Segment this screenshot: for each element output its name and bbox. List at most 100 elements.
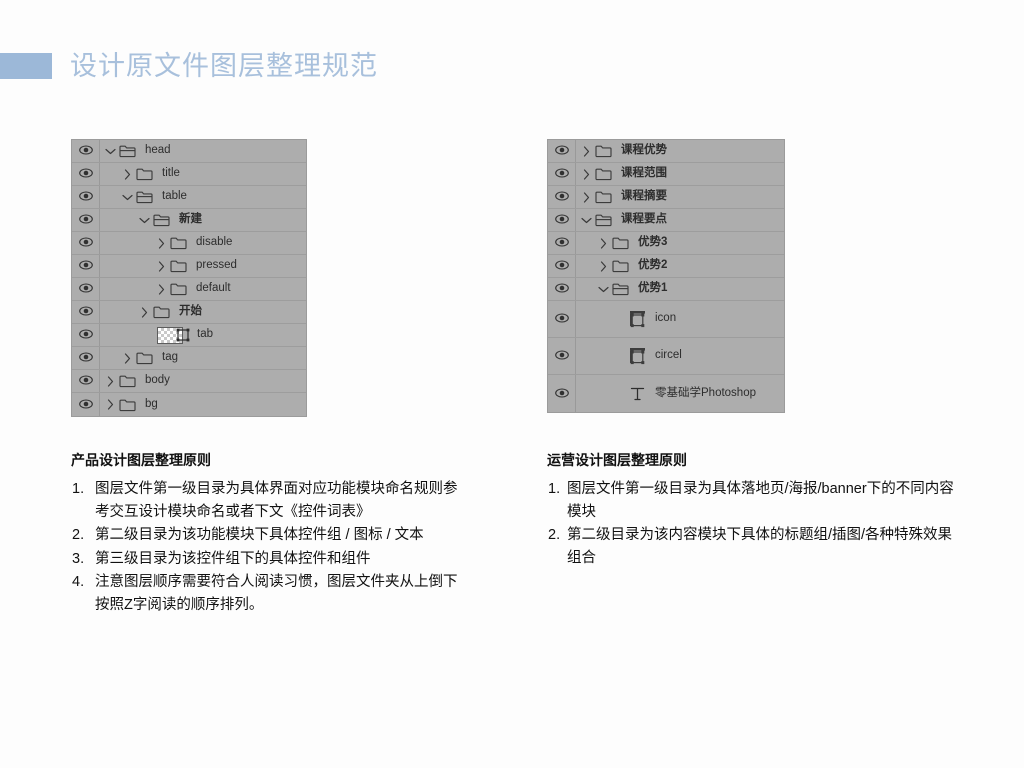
layer-name: 课程摘要 bbox=[621, 190, 667, 203]
layer-visibility-toggle[interactable] bbox=[72, 140, 100, 162]
folder-closed-icon bbox=[594, 167, 613, 181]
layer-visibility-toggle[interactable] bbox=[72, 255, 100, 277]
layer-row-body: bg bbox=[100, 393, 306, 416]
layer-name: tab bbox=[197, 328, 213, 341]
chevron-right-icon[interactable] bbox=[597, 260, 610, 272]
chevron-right-icon[interactable] bbox=[104, 375, 117, 387]
layer-row[interactable]: head bbox=[72, 140, 306, 163]
layer-row[interactable]: 课程优势 bbox=[548, 140, 784, 163]
layer-row[interactable]: 课程摘要 bbox=[548, 186, 784, 209]
layer-visibility-toggle[interactable] bbox=[72, 324, 100, 346]
layer-row[interactable]: circel bbox=[548, 338, 784, 375]
eye-icon bbox=[78, 372, 93, 390]
folder-closed-icon bbox=[169, 282, 188, 296]
layer-row[interactable]: 优势1 bbox=[548, 278, 784, 301]
layer-visibility-toggle[interactable] bbox=[548, 209, 576, 231]
layer-visibility-toggle[interactable] bbox=[72, 186, 100, 208]
folder-closed-icon bbox=[118, 398, 137, 412]
layer-row[interactable]: 课程范围 bbox=[548, 163, 784, 186]
layer-row[interactable]: 开始 bbox=[72, 301, 306, 324]
folder-open-icon bbox=[152, 213, 171, 227]
layer-row-body: 优势2 bbox=[576, 255, 784, 277]
layer-visibility-toggle[interactable] bbox=[548, 163, 576, 185]
layer-row[interactable]: tag bbox=[72, 347, 306, 370]
chevron-right-icon[interactable] bbox=[104, 399, 117, 410]
folder-closed-icon bbox=[611, 259, 630, 273]
chevron-down-icon[interactable] bbox=[597, 286, 610, 293]
layer-visibility-toggle[interactable] bbox=[72, 209, 100, 231]
layer-row-body: 零基础学Photoshop bbox=[576, 375, 784, 412]
chevron-right-icon[interactable] bbox=[580, 191, 593, 203]
layer-name: 优势3 bbox=[638, 236, 668, 249]
principle-item: 第二级目录为该功能模块下具体控件组 / 图标 / 文本 bbox=[72, 524, 424, 547]
layer-row-body: tab bbox=[100, 324, 306, 346]
marketing-principles-column: 运营设计图层整理原则 图层文件第一级目录为具体落地页/海报/banner下的不同… bbox=[547, 451, 957, 570]
chevron-right-icon[interactable] bbox=[155, 237, 168, 249]
eye-icon bbox=[554, 165, 569, 183]
folder-open-icon bbox=[594, 213, 613, 227]
layer-row-body: pressed bbox=[100, 255, 306, 277]
layer-row[interactable]: default bbox=[72, 278, 306, 301]
layer-name: default bbox=[196, 282, 231, 295]
chevron-down-icon[interactable] bbox=[138, 217, 151, 224]
chevron-right-icon[interactable] bbox=[121, 168, 134, 180]
layer-visibility-toggle[interactable] bbox=[548, 232, 576, 254]
eye-icon bbox=[78, 303, 93, 321]
layer-visibility-toggle[interactable] bbox=[72, 163, 100, 185]
layer-row[interactable]: 优势2 bbox=[548, 255, 784, 278]
layer-visibility-toggle[interactable] bbox=[548, 186, 576, 208]
layer-visibility-toggle[interactable] bbox=[548, 375, 576, 412]
layer-name: 零基础学Photoshop bbox=[655, 386, 756, 399]
layer-visibility-toggle[interactable] bbox=[72, 301, 100, 323]
eye-icon bbox=[78, 349, 93, 367]
layer-visibility-toggle[interactable] bbox=[548, 338, 576, 374]
eye-icon bbox=[78, 211, 93, 229]
smart-object-icon bbox=[627, 347, 647, 365]
layer-visibility-toggle[interactable] bbox=[548, 140, 576, 162]
layer-row[interactable]: disable bbox=[72, 232, 306, 255]
layer-visibility-toggle[interactable] bbox=[72, 232, 100, 254]
chevron-down-icon[interactable] bbox=[121, 194, 134, 201]
layer-row[interactable]: tab bbox=[72, 324, 306, 347]
folder-open-icon bbox=[611, 282, 630, 296]
layer-row[interactable]: body bbox=[72, 370, 306, 393]
layer-row-body: 优势1 bbox=[576, 278, 784, 300]
layer-visibility-toggle[interactable] bbox=[72, 278, 100, 300]
layer-name: icon bbox=[655, 312, 677, 325]
layer-row[interactable]: 课程要点 bbox=[548, 209, 784, 232]
folder-closed-icon bbox=[594, 190, 613, 204]
layer-row[interactable]: title bbox=[72, 163, 306, 186]
chevron-down-icon[interactable] bbox=[580, 217, 593, 224]
chevron-right-icon[interactable] bbox=[138, 306, 151, 318]
layer-row[interactable]: table bbox=[72, 186, 306, 209]
chevron-right-icon[interactable] bbox=[155, 283, 168, 295]
chevron-right-icon[interactable] bbox=[121, 352, 134, 364]
layer-name: body bbox=[145, 374, 170, 387]
layer-name: tag bbox=[162, 351, 178, 364]
layer-row-body: circel bbox=[576, 338, 784, 374]
eye-icon bbox=[78, 234, 93, 252]
layer-row[interactable]: 零基础学Photoshop bbox=[548, 375, 784, 412]
folder-open-icon bbox=[135, 190, 154, 204]
layer-visibility-toggle[interactable] bbox=[548, 255, 576, 277]
layer-row[interactable]: 优势3 bbox=[548, 232, 784, 255]
accent-swatch bbox=[0, 53, 52, 79]
layer-row[interactable]: pressed bbox=[72, 255, 306, 278]
layer-row[interactable]: 新建 bbox=[72, 209, 306, 232]
eye-icon bbox=[78, 326, 93, 344]
chevron-right-icon[interactable] bbox=[580, 168, 593, 180]
chevron-down-icon[interactable] bbox=[104, 148, 117, 155]
layer-row[interactable]: icon bbox=[548, 301, 784, 338]
eye-icon bbox=[554, 142, 569, 160]
layer-thumbnail bbox=[151, 326, 190, 344]
chevron-right-icon[interactable] bbox=[580, 145, 593, 157]
layer-visibility-toggle[interactable] bbox=[72, 347, 100, 369]
layer-row[interactable]: bg bbox=[72, 393, 306, 416]
chevron-right-icon[interactable] bbox=[155, 260, 168, 272]
layer-visibility-toggle[interactable] bbox=[548, 278, 576, 300]
layer-visibility-toggle[interactable] bbox=[72, 393, 100, 416]
folder-closed-icon bbox=[169, 259, 188, 273]
layer-visibility-toggle[interactable] bbox=[548, 301, 576, 337]
chevron-right-icon[interactable] bbox=[597, 237, 610, 249]
layer-visibility-toggle[interactable] bbox=[72, 370, 100, 392]
